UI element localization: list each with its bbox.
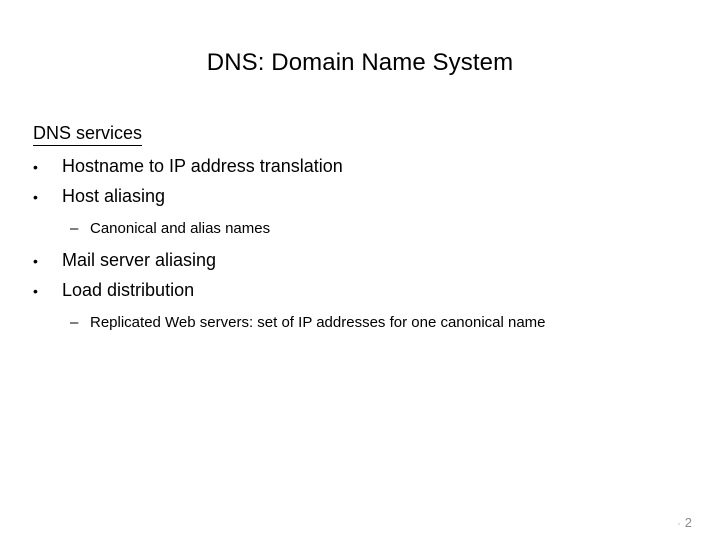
bullet-text: Host aliasing <box>62 186 166 206</box>
bullet-row: • Mail server aliasing <box>33 246 693 276</box>
bullet-list: • Hostname to IP address translation • H… <box>33 152 693 337</box>
bullet-dot-icon: • <box>33 253 38 269</box>
bullet-text: Load distribution <box>62 280 195 300</box>
page-number: 2 <box>677 515 692 531</box>
bullet-dot-icon: • <box>33 189 38 205</box>
slide-body: DNS services • Hostname to IP address tr… <box>33 122 693 337</box>
list-item: • Host aliasing – Canonical and alias na… <box>33 182 693 246</box>
list-item: • Mail server aliasing <box>33 246 693 276</box>
sub-bullet-row: – Canonical and alias names <box>33 215 693 243</box>
bullet-dot-icon: • <box>33 159 38 175</box>
sub-bullet-text: Replicated Web servers: set of IP addres… <box>90 314 546 331</box>
bullet-text: Mail server aliasing <box>62 250 217 270</box>
bullet-row: • Load distribution <box>33 276 693 306</box>
slide-title: DNS: Domain Name System <box>206 49 514 76</box>
sub-bullet-text: Canonical and alias names <box>90 220 271 237</box>
footer-dot-icon <box>677 522 680 525</box>
section-heading: DNS services <box>33 122 693 146</box>
bullet-dot-icon: • <box>33 283 38 299</box>
bullet-text: Hostname to IP address translation <box>62 156 343 176</box>
list-item: • Hostname to IP address translation <box>33 152 693 182</box>
slide: DNS: Domain Name System DNS services • H… <box>0 0 720 540</box>
page-number-value: 2 <box>684 515 692 530</box>
bullet-row: • Host aliasing <box>33 182 693 212</box>
bullet-dash-icon: – <box>70 314 79 331</box>
bullet-dash-icon: – <box>70 220 79 237</box>
section-heading-label: DNS services <box>33 122 143 146</box>
sub-bullet-row: – Replicated Web servers: set of IP addr… <box>33 309 693 337</box>
list-item: • Load distribution – Replicated Web ser… <box>33 276 693 337</box>
bullet-row: • Hostname to IP address translation <box>33 152 693 182</box>
